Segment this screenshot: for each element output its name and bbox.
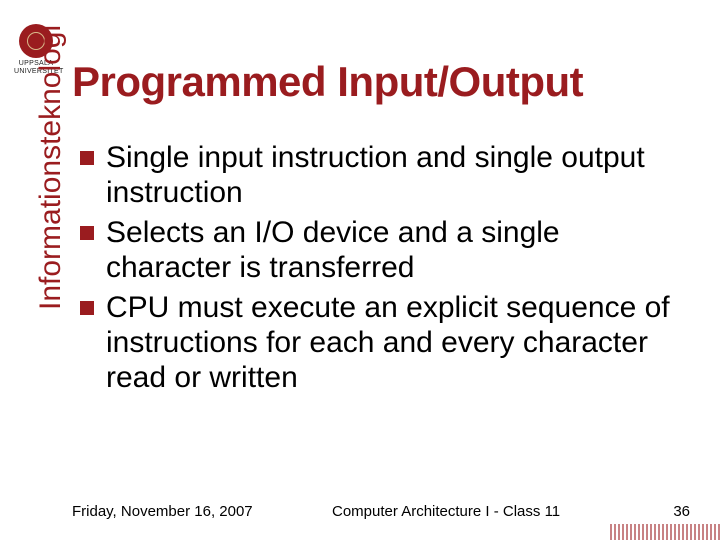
footer-course: Computer Architecture I - Class 11 bbox=[312, 503, 640, 520]
bullet-item: Single input instruction and single outp… bbox=[80, 140, 690, 211]
bullet-text: Selects an I/O device and a single chara… bbox=[106, 215, 690, 286]
content-area: Single input instruction and single outp… bbox=[80, 140, 690, 400]
bullet-text: Single input instruction and single outp… bbox=[106, 140, 690, 211]
footer-date: Friday, November 16, 2007 bbox=[72, 503, 312, 520]
bullet-item: Selects an I/O device and a single chara… bbox=[80, 215, 690, 286]
bullet-text: CPU must execute an explicit sequence of… bbox=[106, 290, 690, 396]
footer-page-number: 36 bbox=[640, 503, 690, 520]
sidebar-vertical-label: Informationsteknologi bbox=[34, 25, 68, 310]
bullet-marker-icon bbox=[80, 301, 94, 315]
footer: Friday, November 16, 2007 Computer Archi… bbox=[72, 503, 690, 520]
bullet-item: CPU must execute an explicit sequence of… bbox=[80, 290, 690, 396]
corner-decoration bbox=[610, 524, 720, 540]
slide: UPPSALA UNIVERSITET Programmed Input/Out… bbox=[0, 0, 720, 540]
slide-title: Programmed Input/Output bbox=[72, 58, 700, 106]
bullet-marker-icon bbox=[80, 226, 94, 240]
bullet-marker-icon bbox=[80, 151, 94, 165]
